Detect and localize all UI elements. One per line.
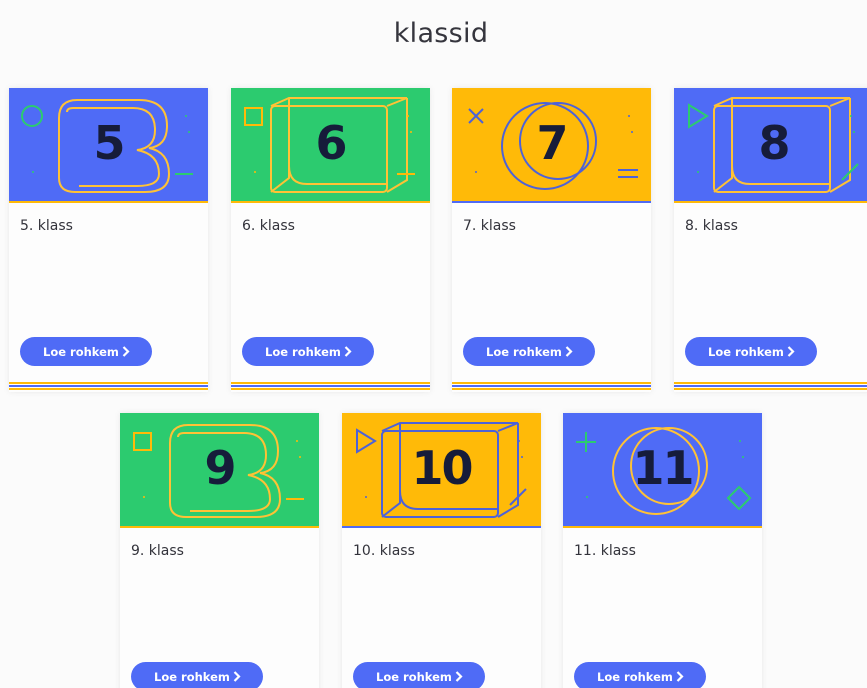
card-banner-image: 10 xyxy=(342,413,541,528)
chevron-right-icon xyxy=(233,671,241,682)
read-more-label: Loe rohkem xyxy=(43,344,119,359)
banner-stripe xyxy=(452,201,651,203)
card-footer-stripes xyxy=(231,382,430,392)
grade-number: 9 xyxy=(204,441,236,495)
read-more-label: Loe rohkem xyxy=(265,344,341,359)
card-title: 7. klass xyxy=(463,218,516,234)
banner-stripe xyxy=(674,201,867,203)
read-more-button[interactable]: Loe rohkem xyxy=(574,662,706,688)
grade-number: 5 xyxy=(93,116,125,170)
grade-number: 7 xyxy=(536,116,568,170)
banner-stripe xyxy=(342,526,541,528)
grade-number: 8 xyxy=(758,116,790,170)
read-more-button[interactable]: Loe rohkem xyxy=(685,337,817,366)
banner-stripe xyxy=(9,201,208,203)
card-title: 6. klass xyxy=(242,218,295,234)
chevron-right-icon xyxy=(455,671,463,682)
chevron-right-icon xyxy=(565,346,573,357)
class-card: 5 5. klass Loe rohkem xyxy=(9,88,208,392)
read-more-label: Loe rohkem xyxy=(376,669,452,684)
card-banner-image: 6 xyxy=(231,88,430,203)
class-card: 7 7. klass Loe rohkem xyxy=(452,88,651,392)
card-banner-image: 11 xyxy=(563,413,762,528)
read-more-button[interactable]: Loe rohkem xyxy=(131,662,263,688)
class-card: 9 9. klass Loe rohkem xyxy=(120,413,319,688)
card-banner-image: 5 xyxy=(9,88,208,203)
read-more-label: Loe rohkem xyxy=(486,344,562,359)
grade-number: 10 xyxy=(411,441,473,495)
card-footer-stripes xyxy=(674,382,867,392)
chevron-right-icon xyxy=(787,346,795,357)
card-banner-image: 7 xyxy=(452,88,651,203)
grade-number: 11 xyxy=(632,441,694,495)
chevron-right-icon xyxy=(676,671,684,682)
read-more-button[interactable]: Loe rohkem xyxy=(242,337,374,366)
card-footer-stripes xyxy=(9,382,208,392)
banner-stripe xyxy=(120,526,319,528)
read-more-button[interactable]: Loe rohkem xyxy=(463,337,595,366)
card-title: 11. klass xyxy=(574,543,636,559)
chevron-right-icon xyxy=(122,346,130,357)
card-title: 9. klass xyxy=(131,543,184,559)
read-more-label: Loe rohkem xyxy=(597,669,673,684)
class-card: 10 10. klass Loe rohkem xyxy=(342,413,541,688)
read-more-button[interactable]: Loe rohkem xyxy=(353,662,485,688)
class-card: 11 11. klass Loe rohkem xyxy=(563,413,762,688)
card-banner-image: 8 xyxy=(674,88,867,203)
read-more-label: Loe rohkem xyxy=(708,344,784,359)
card-title: 5. klass xyxy=(20,218,73,234)
card-title: 8. klass xyxy=(685,218,738,234)
grade-number: 6 xyxy=(315,116,347,170)
card-title: 10. klass xyxy=(353,543,415,559)
banner-stripe xyxy=(563,526,762,528)
banner-stripe xyxy=(231,201,430,203)
read-more-button[interactable]: Loe rohkem xyxy=(20,337,152,366)
read-more-label: Loe rohkem xyxy=(154,669,230,684)
chevron-right-icon xyxy=(344,346,352,357)
class-card: 6 6. klass Loe rohkem xyxy=(231,88,430,392)
page-title: klassid xyxy=(393,18,489,49)
card-footer-stripes xyxy=(452,382,651,392)
class-card: 8 8. klass Loe rohkem xyxy=(674,88,867,392)
card-banner-image: 9 xyxy=(120,413,319,528)
